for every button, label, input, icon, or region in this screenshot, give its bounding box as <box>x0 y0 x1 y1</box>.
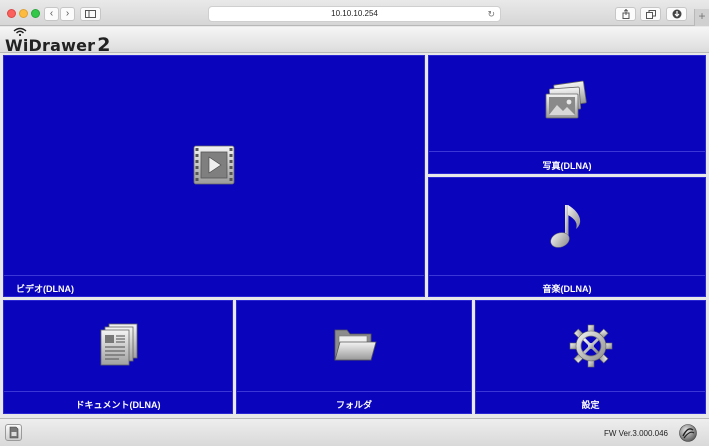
back-icon: ‹ <box>49 8 54 19</box>
tile-separator <box>429 151 705 152</box>
address-bar[interactable]: 10.10.10.254 ↻ <box>208 6 501 22</box>
tile-settings[interactable]: 設定 <box>475 300 706 414</box>
close-window-button[interactable] <box>7 9 16 18</box>
browser-toolbar: ‹ › 10.10.10.254 ↻ + <box>0 0 709 26</box>
zoom-window-button[interactable] <box>31 9 40 18</box>
tile-separator <box>4 275 424 276</box>
forward-button[interactable]: › <box>60 7 75 21</box>
tile-video[interactable]: ビデオ(DLNA) <box>3 55 425 297</box>
tile-separator <box>4 391 232 392</box>
tile-label-folder: フォルダ <box>335 400 372 410</box>
sd-card-icon <box>9 426 19 439</box>
photo-icon <box>545 80 587 119</box>
app-header: WiDrawer 2 <box>0 27 709 56</box>
logo-number: 2 <box>97 34 111 56</box>
tile-label-documents: ドキュメント(DLNA) <box>75 400 161 410</box>
tile-music[interactable]: 音楽(DLNA) <box>428 177 706 297</box>
url-text: 10.10.10.254 <box>331 9 378 18</box>
minimize-window-button[interactable] <box>19 9 28 18</box>
tile-folder[interactable]: フォルダ <box>236 300 472 414</box>
tile-label-photo: 写真(DLNA) <box>542 161 592 171</box>
sidebar-button[interactable] <box>80 7 101 21</box>
forward-icon: › <box>65 8 70 19</box>
back-button[interactable]: ‹ <box>44 7 59 21</box>
gear-icon <box>569 324 613 368</box>
downloads-button[interactable] <box>666 7 687 21</box>
documents-icon <box>100 323 138 366</box>
folder-icon <box>334 329 377 361</box>
tabs-icon <box>645 10 656 19</box>
reload-icon[interactable]: ↻ <box>487 7 495 21</box>
firmware-version: FW Ver.3.000.046 <box>603 429 668 438</box>
music-note-icon <box>550 205 581 248</box>
share-button[interactable] <box>615 7 636 21</box>
tile-documents[interactable]: ドキュメント(DLNA) <box>3 300 233 414</box>
share-icon <box>622 8 629 19</box>
tile-label-music: 音楽(DLNA) <box>542 284 592 294</box>
logo-text: WiDrawer <box>5 36 96 55</box>
app-logo: WiDrawer 2 <box>5 34 111 56</box>
tile-separator <box>476 391 705 392</box>
new-tab-icon[interactable]: + <box>694 9 709 26</box>
tile-separator <box>237 391 471 392</box>
app-footer: FW Ver.3.000.046 <box>0 418 709 446</box>
tile-label-settings: 設定 <box>581 400 600 410</box>
tile-photo[interactable]: 写真(DLNA) <box>428 55 706 174</box>
brand-logo-icon <box>679 424 697 442</box>
tile-label-video: ビデオ(DLNA) <box>16 284 74 294</box>
storage-button[interactable] <box>5 424 22 441</box>
download-icon <box>672 9 681 19</box>
tabs-button[interactable] <box>640 7 661 21</box>
tile-separator <box>429 275 705 276</box>
sidebar-icon <box>85 10 96 18</box>
video-icon <box>193 145 235 185</box>
